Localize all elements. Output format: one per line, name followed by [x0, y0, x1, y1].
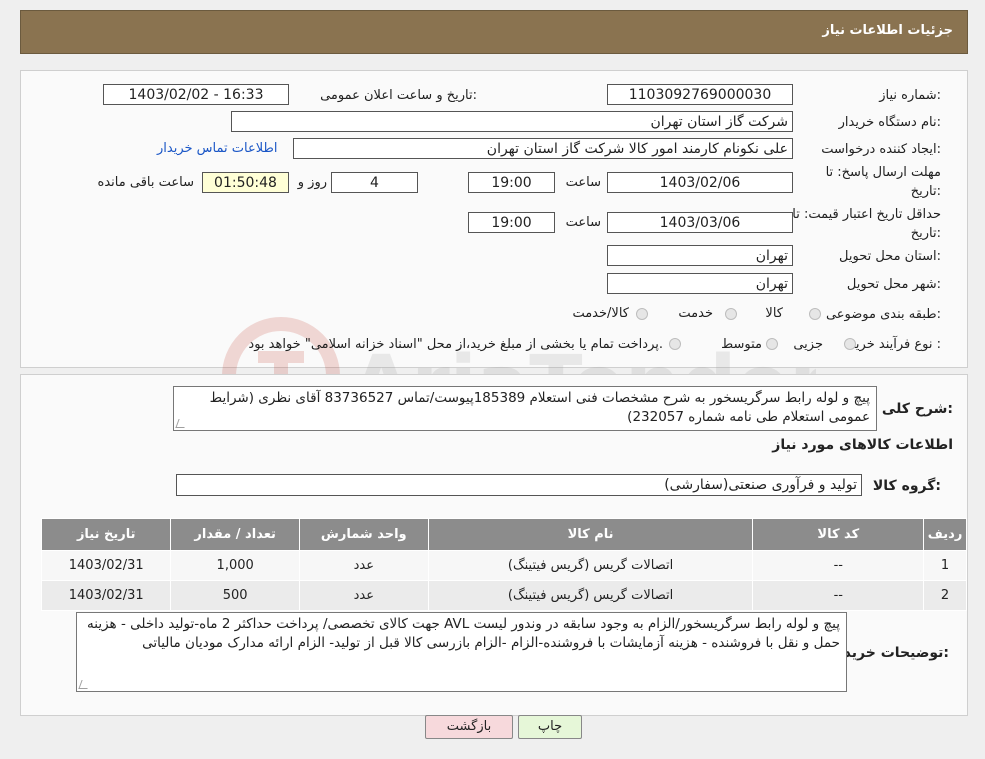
col-row: ردیف: [923, 518, 967, 551]
deadline-label-2: تاریخ:: [910, 184, 941, 199]
category-option-both: کالا/خدمت: [572, 306, 629, 321]
goods-group-field: تولید و فرآوری صنعتی(سفارشی): [176, 474, 862, 496]
resize-handle[interactable]: [78, 680, 91, 689]
cell-code: --: [752, 580, 925, 611]
buyer-notes-textarea[interactable]: پیچ و لوله رابط سرگریسخور/الزام به وجود …: [76, 612, 847, 692]
col-quantity: تعداد / مقدار: [170, 518, 300, 551]
validity-time-label: ساعت: [565, 215, 601, 230]
page-header: جزئیات اطلاعات نیاز: [20, 10, 968, 54]
page-title: جزئیات اطلاعات نیاز: [822, 23, 953, 38]
province-field: تهران: [607, 245, 793, 266]
requester-field: علی نکونام کارمند امور کالا شرکت گاز است…: [293, 138, 793, 159]
need-number-label: شماره نیاز:: [879, 88, 941, 103]
description-textarea[interactable]: پیچ و لوله رابط سرگریسخور به شرح مشخصات …: [173, 386, 877, 431]
deadline-label: مهلت ارسال پاسخ: تا: [825, 165, 941, 180]
table-row: 1403/02/31 500 عدد اتصالات گریس (گریس فی…: [40, 580, 967, 611]
requester-label: ایجاد کننده درخواست:: [821, 142, 941, 157]
goods-table: تاریخ نیاز تعداد / مقدار واحد شمارش نام …: [40, 518, 967, 611]
remaining-label: ساعت باقی مانده: [97, 175, 194, 190]
process-radio-treasury[interactable]: [669, 338, 681, 350]
days-field: 4: [331, 172, 418, 193]
buyer-org-field: شرکت گاز استان تهران: [231, 111, 793, 132]
col-code: کد کالا: [752, 518, 925, 551]
category-radio-both[interactable]: [636, 308, 648, 320]
province-label: استان محل تحویل:: [839, 249, 941, 264]
category-radio-goods[interactable]: [809, 308, 821, 320]
buyer-notes-text: پیچ و لوله رابط سرگریسخور/الزام به وجود …: [87, 616, 840, 651]
process-option-medium: متوسط: [721, 337, 762, 352]
cell-need-date: 1403/02/31: [40, 580, 172, 611]
col-unit: واحد شمارش: [298, 518, 429, 551]
category-option-goods: کالا: [765, 306, 783, 321]
goods-panel: شرح کلی نیاز: پیچ و لوله رابط سرگریسخور …: [20, 374, 968, 716]
need-number-field: 1103092769000030: [607, 84, 793, 105]
announce-datetime-field: 1403/02/02 - 16:33: [103, 84, 289, 105]
price-validity-label: حداقل تاریخ اعتبار قیمت: تا: [792, 207, 941, 222]
process-radio-minor[interactable]: [844, 338, 856, 350]
col-name: نام کالا: [427, 518, 754, 551]
cell-quantity: 1,000: [170, 550, 300, 581]
category-radio-service[interactable]: [725, 308, 737, 320]
cell-need-date: 1403/02/31: [40, 550, 172, 581]
goods-group-label: گروه کالا:: [872, 478, 941, 494]
col-need-date: تاریخ نیاز: [40, 518, 172, 551]
table-row: 1403/02/31 1,000 عدد اتصالات گریس (گریس …: [40, 550, 967, 581]
cell-code: --: [752, 550, 925, 581]
resize-handle[interactable]: [175, 419, 188, 428]
validity-time-field: 19:00: [468, 212, 555, 233]
cell-row: 1: [923, 550, 967, 581]
process-label: نوع فرآیند خرید :: [849, 337, 941, 352]
buyer-org-label: نام دستگاه خریدار:: [838, 115, 941, 130]
category-label: طبقه بندی موضوعی:: [825, 307, 941, 322]
process-option-minor: جزیی: [793, 337, 823, 352]
process-treasury-note: پرداخت تمام یا بخشی از مبلغ خرید،از محل …: [248, 337, 663, 352]
cell-unit: عدد: [298, 580, 429, 611]
validity-date-field: 1403/03/06: [607, 212, 793, 233]
cell-name: اتصالات گریس (گریس فیتینگ): [427, 550, 754, 581]
cell-unit: عدد: [298, 550, 429, 581]
back-button[interactable]: بازگشت: [425, 715, 513, 739]
deadline-date-field: 1403/02/06: [607, 172, 793, 193]
cell-name: اتصالات گریس (گریس فیتینگ): [427, 580, 754, 611]
deadline-time-label: ساعت: [565, 175, 601, 190]
need-info-panel: AriaTender.neT شماره نیاز: 1103092769000…: [20, 70, 968, 435]
announce-datetime-label: تاریخ و ساعت اعلان عمومی:: [320, 88, 477, 103]
cell-row: 2: [923, 580, 967, 611]
city-field: تهران: [607, 273, 793, 294]
deadline-time-field: 19:00: [468, 172, 555, 193]
buyer-contact-link[interactable]: اطلاعات تماس خریدار: [157, 141, 277, 156]
goods-section-title: اطلاعات کالاهای مورد نیاز: [772, 437, 953, 453]
process-radio-medium[interactable]: [766, 338, 778, 350]
goods-table-header: تاریخ نیاز تعداد / مقدار واحد شمارش نام …: [40, 518, 967, 551]
description-text: پیچ و لوله رابط سرگریسخور به شرح مشخصات …: [209, 390, 870, 425]
category-option-service: خدمت: [678, 306, 713, 321]
cell-quantity: 500: [170, 580, 300, 611]
print-button[interactable]: چاپ: [518, 715, 582, 739]
buyer-notes-label: توضیحات خریدار:: [830, 645, 949, 661]
remaining-time-field: 01:50:48: [202, 172, 289, 193]
price-validity-label-2: تاریخ:: [910, 226, 941, 241]
days-label: روز و: [297, 175, 327, 190]
city-label: شهر محل تحویل:: [846, 277, 941, 292]
